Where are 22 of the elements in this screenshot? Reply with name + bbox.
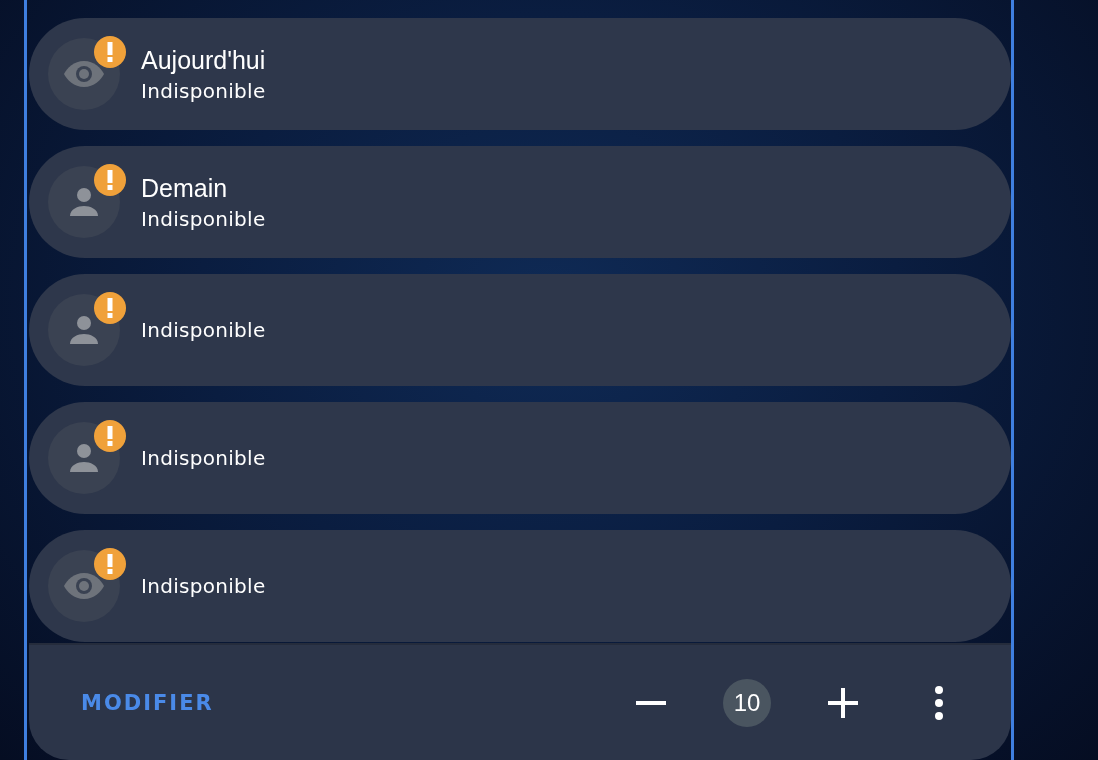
entity-row[interactable]: Indisponible — [29, 530, 1011, 642]
eye-icon — [63, 59, 105, 89]
entity-state: Indisponible — [141, 446, 266, 470]
plus-icon — [828, 687, 858, 718]
person-icon — [68, 442, 100, 474]
entity-row[interactable]: Indisponible — [29, 402, 1011, 514]
entity-row[interactable]: Indisponible — [29, 274, 1011, 386]
count-badge: 10 — [723, 678, 771, 727]
eye-icon — [63, 571, 105, 601]
entity-row[interactable]: Demain Indisponible — [29, 146, 1011, 258]
entity-state: Indisponible — [141, 206, 266, 231]
entity-name: Demain — [141, 173, 229, 203]
entity-row[interactable]: Aujourd'hui Indisponible — [29, 18, 1011, 130]
entity-state: Indisponible — [141, 78, 266, 103]
entity-state: Indisponible — [141, 318, 266, 342]
minus-icon — [636, 700, 666, 705]
entity-state: Indisponible — [141, 574, 266, 598]
person-icon — [68, 186, 100, 218]
entity-name: Aujourd'hui — [141, 45, 266, 75]
more-icon — [934, 685, 944, 720]
person-icon — [68, 314, 100, 346]
edit-button[interactable]: MODIFIER — [77, 686, 218, 719]
